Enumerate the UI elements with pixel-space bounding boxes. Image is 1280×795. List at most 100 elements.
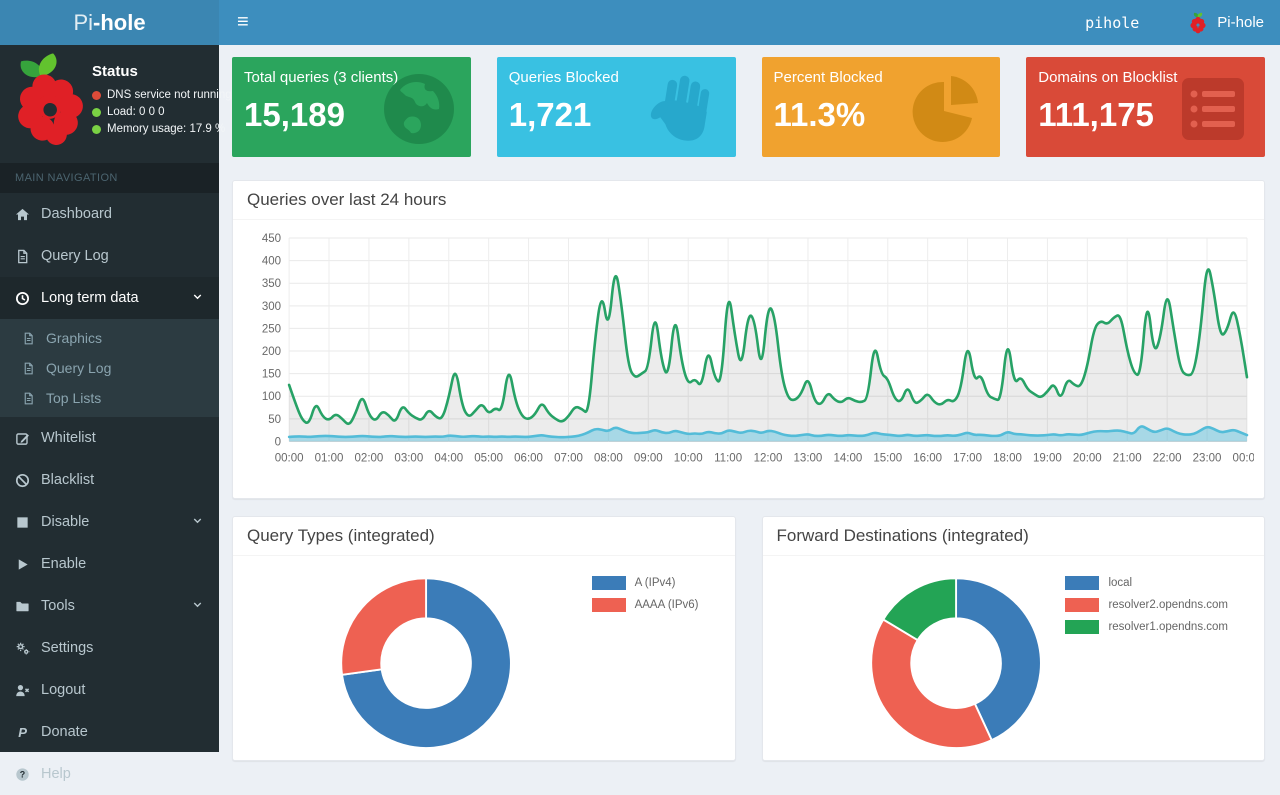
sidebar-item-logout[interactable]: Logout — [0, 669, 219, 711]
sidebar-item-enable[interactable]: Enable — [0, 543, 219, 585]
legend-swatch — [1065, 619, 1100, 634]
legend-swatch — [591, 597, 626, 612]
top-header: Pi -hole ≡ pihole Pi-hole — [0, 0, 1280, 45]
svg-text:400: 400 — [262, 256, 281, 268]
sidebar-item-label: Enable — [41, 556, 87, 572]
stat-card-domains-on-blocklist: Domains on Blocklist 111,175 — [1026, 57, 1265, 157]
sidebar-item-dashboard[interactable]: Dashboard — [0, 193, 219, 235]
legend-swatch — [591, 575, 626, 590]
sidebar-item-disable[interactable]: Disable — [0, 501, 219, 543]
stat-card-total-queries-3-clients: Total queries (3 clients) 15,189 — [232, 57, 471, 157]
legend-label: local — [1108, 576, 1133, 589]
legend-item-resolver1-opendns-com[interactable]: resolver1.opendns.com — [1065, 619, 1228, 634]
clock-icon — [15, 291, 30, 305]
svg-text:14:00: 14:00 — [833, 452, 862, 464]
paypal-icon: P — [18, 725, 27, 740]
sidebar-item-long-term-data[interactable]: Long term data — [0, 277, 219, 319]
folder-icon — [16, 601, 29, 611]
legend-item-local[interactable]: local — [1065, 575, 1228, 590]
sidebar-item-help[interactable]: ? Help — [0, 753, 219, 795]
hand-icon — [650, 75, 709, 141]
svg-text:450: 450 — [262, 233, 281, 245]
sidebar-item-label: Donate — [41, 724, 88, 740]
nav-section-label: MAIN NAVIGATION — [0, 163, 219, 193]
svg-text:250: 250 — [262, 323, 281, 335]
svg-text:P: P — [18, 725, 27, 740]
svg-text:07:00: 07:00 — [554, 452, 583, 464]
forward-destinations-box: Forward Destinations (integrated) local r… — [761, 515, 1265, 761]
status-panel: Status DNS service not running Load: 0 0 … — [0, 45, 232, 163]
sidebar-item-donate[interactable]: P Donate — [0, 711, 219, 753]
main-content: Total queries (3 clients) 15,189 Queries B… — [219, 45, 1280, 761]
sidebar-item-query-log[interactable]: Query Log — [0, 235, 219, 277]
sidebar-item-label: Dashboard — [41, 206, 112, 222]
hostname-label: pihole — [1085, 13, 1140, 32]
stop-icon — [17, 516, 28, 528]
sidebar-subitem-top-lists[interactable]: Top Lists — [0, 383, 219, 413]
svg-text:00:00: 00:00 — [1233, 452, 1254, 464]
svg-text:50: 50 — [268, 414, 281, 426]
svg-text:13:00: 13:00 — [794, 452, 823, 464]
svg-text:17:00: 17:00 — [953, 452, 982, 464]
chart-legend: local resolver2.opendns.com resolver1.open… — [1065, 575, 1228, 642]
brand-label: Pi-hole — [1217, 14, 1264, 31]
sidebar-subitem-graphics[interactable]: Graphics — [0, 323, 219, 353]
svg-text:00:00: 00:00 — [275, 452, 304, 464]
svg-text:05:00: 05:00 — [474, 452, 503, 464]
stat-card-queries-blocked: Queries Blocked 1,721 — [496, 57, 736, 157]
svg-text:11:00: 11:00 — [714, 452, 742, 464]
status-text: Memory usage: 17.9 % — [107, 123, 226, 135]
pihole-brand-link[interactable]: Pi-hole — [1187, 12, 1264, 34]
app-logo[interactable]: Pi -hole — [0, 0, 219, 45]
legend-item-aaaa-ipv6[interactable]: AAAA (IPv6) — [591, 597, 699, 612]
sidebar-item-label: Tools — [41, 598, 75, 614]
status-line-1: Load: 0 0 0 — [92, 106, 232, 118]
chev-icon — [193, 602, 202, 607]
svg-text:02:00: 02:00 — [355, 452, 384, 464]
sidebar-item-whitelist[interactable]: Whitelist — [0, 417, 219, 459]
stat-card-percent-blocked: Percent Blocked 11.3% — [761, 57, 1001, 157]
legend-item-a-ipv4[interactable]: A (IPv4) — [591, 575, 699, 590]
query-types-box: Query Types (integrated) A (IPv4) AAAA (I… — [232, 515, 736, 761]
forward-destinations-chart: local resolver2.opendns.com resolver1.open… — [763, 556, 1265, 773]
svg-text:150: 150 — [262, 369, 281, 381]
home-icon — [15, 208, 30, 220]
query-types-chart: A (IPv4) AAAA (IPv6) — [233, 556, 735, 773]
file-icon — [24, 392, 33, 404]
sidebar-item-label: Logout — [41, 682, 86, 698]
queries-over-time-box: Queries over last 24 hours 0 50 100 150 200 2… — [232, 180, 1265, 499]
svg-text:21:00: 21:00 — [1113, 452, 1142, 464]
sidebar-subitem-query-log[interactable]: Query Log — [0, 353, 219, 383]
svg-text:09:00: 09:00 — [634, 452, 663, 464]
svg-text:?: ? — [20, 769, 25, 779]
user-times-icon — [16, 684, 30, 696]
sidebar-toggle-icon[interactable]: ≡ — [219, 0, 267, 45]
svg-text:12:00: 12:00 — [754, 452, 783, 464]
legend-label: AAAA (IPv6) — [634, 598, 699, 611]
status-line-0: DNS service not running — [92, 89, 232, 101]
query-types-title: Query Types (integrated) — [247, 525, 435, 545]
sidebar-item-label: Blacklist — [41, 472, 95, 488]
sidebar-item-settings[interactable]: Settings — [0, 627, 219, 669]
legend-swatch — [1065, 597, 1100, 612]
sidebar-item-label: Whitelist — [41, 430, 96, 446]
svg-text:200: 200 — [262, 346, 281, 358]
legend-label: resolver1.opendns.com — [1108, 620, 1228, 633]
svg-text:300: 300 — [262, 301, 281, 313]
sidebar-subitem-label: Query Log — [46, 360, 112, 376]
play-icon — [18, 558, 28, 570]
legend-swatch — [1065, 575, 1100, 590]
svg-text:19:00: 19:00 — [1033, 452, 1062, 464]
legend-item-resolver2-opendns-com[interactable]: resolver2.opendns.com — [1065, 597, 1228, 612]
sidebar-subitem-label: Top Lists — [46, 390, 102, 406]
status-text: DNS service not running — [107, 89, 232, 101]
line-chart-svg: 0 50 100 150 200 250 300 350 400 450 00:00 01:00 02:… — [262, 233, 1262, 464]
chev-icon — [193, 518, 202, 523]
queries-over-time-chart: 0 50 100 150 200 250 300 350 400 450 00:00 01:00 02:… — [233, 220, 1264, 498]
svg-text:20:00: 20:00 — [1073, 452, 1102, 464]
svg-text:10:00: 10:00 — [674, 452, 703, 464]
logo-text-bold: -hole — [93, 9, 146, 35]
sidebar-item-blacklist[interactable]: Blacklist — [0, 459, 219, 501]
sidebar-item-tools[interactable]: Tools — [0, 585, 219, 627]
svg-text:100: 100 — [262, 391, 281, 403]
